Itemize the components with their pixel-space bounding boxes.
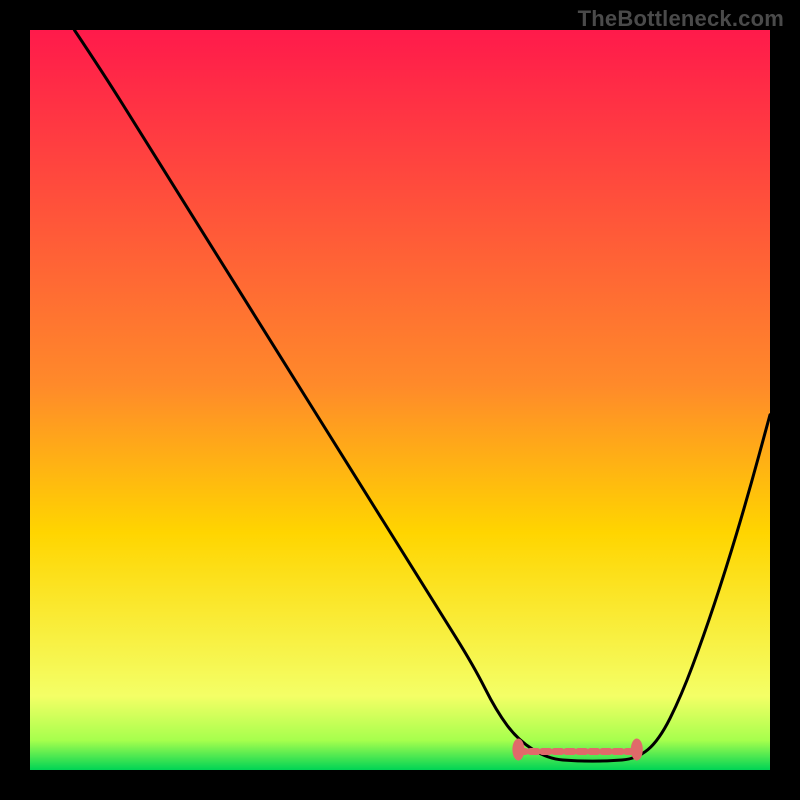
watermark-text: TheBottleneck.com <box>578 6 784 32</box>
gradient-background <box>30 30 770 770</box>
chart-svg <box>30 30 770 770</box>
chart-container: TheBottleneck.com <box>0 0 800 800</box>
plot-area <box>30 30 770 770</box>
